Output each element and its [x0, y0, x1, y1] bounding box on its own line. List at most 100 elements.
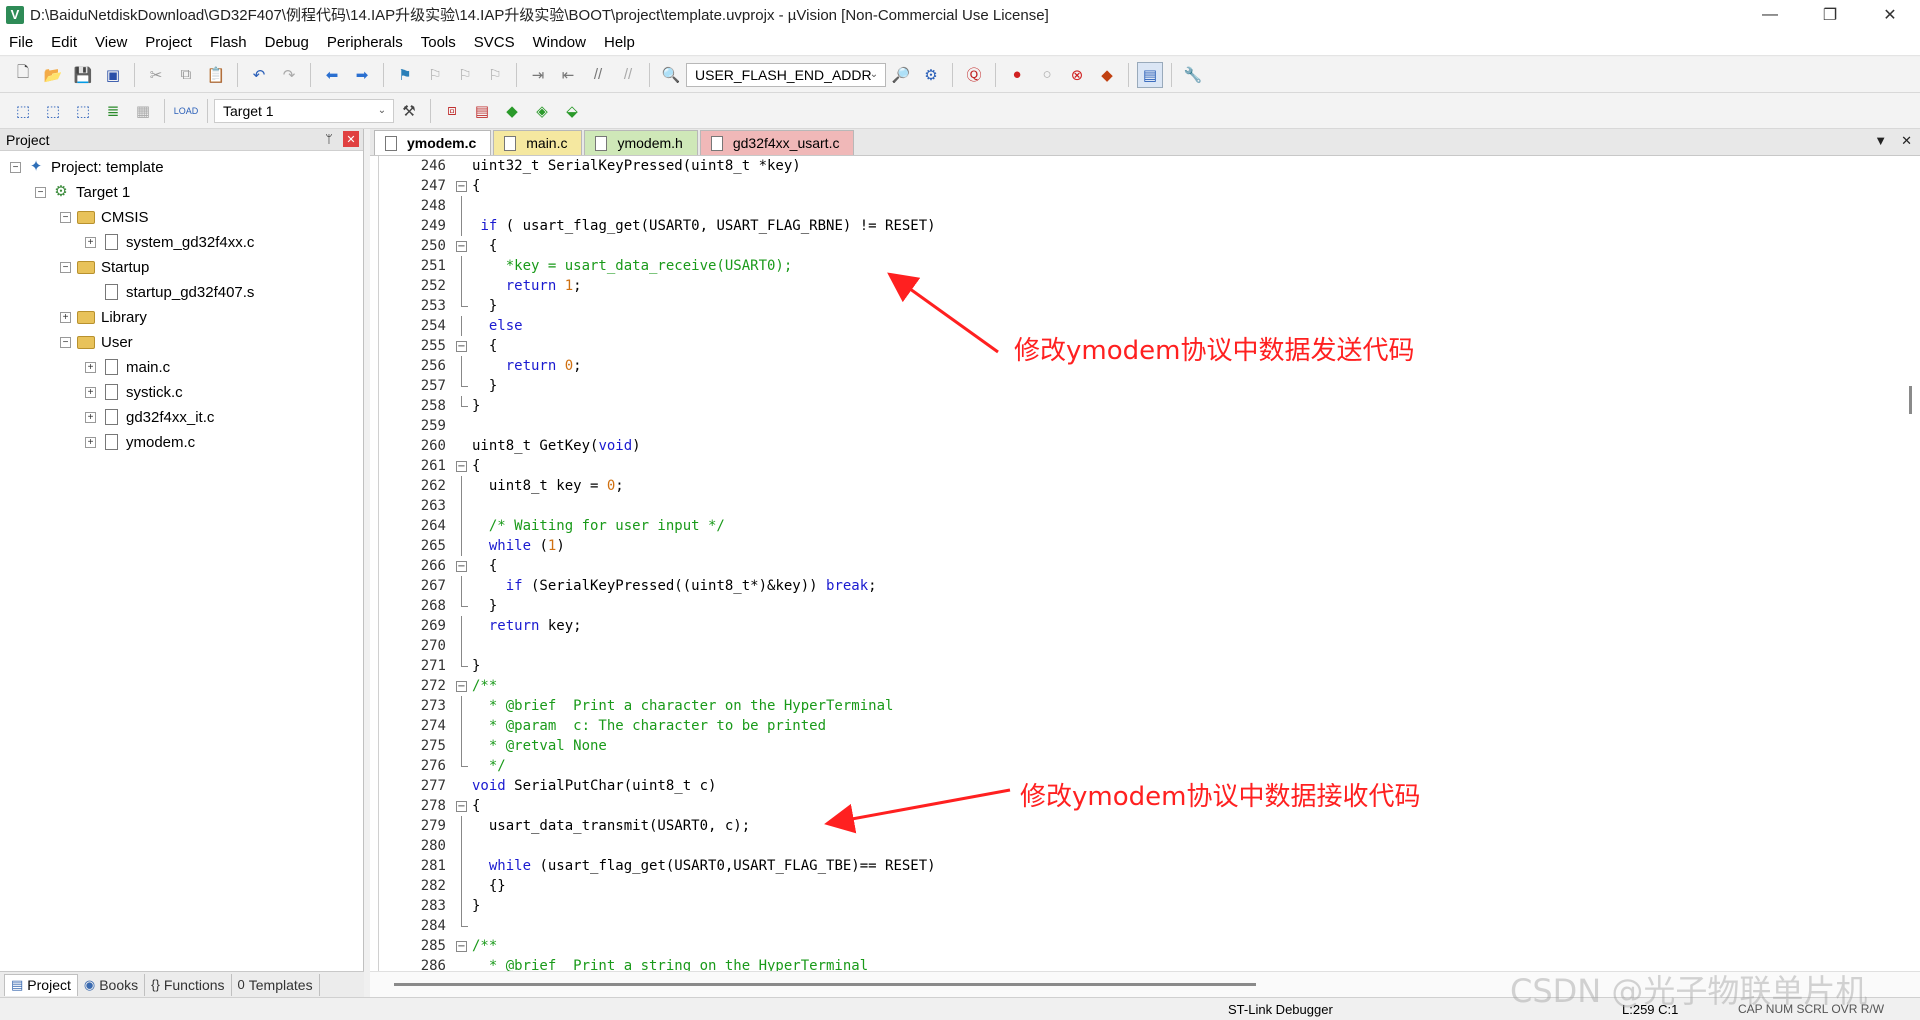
- code-line[interactable]: 279 usart_data_transmit(USART0, c);: [370, 816, 1910, 836]
- tree-item-system-gd32f4xx[interactable]: + system_gd32f4xx.c: [85, 230, 254, 254]
- pin-icon[interactable]: ᛘ: [321, 131, 337, 147]
- breakpoint-icon[interactable]: ●: [1004, 62, 1030, 88]
- code-line[interactable]: 268 }: [370, 596, 1910, 616]
- code-line[interactable]: 252 return 1;: [370, 276, 1910, 296]
- rebuild-icon[interactable]: ⬚: [70, 98, 96, 124]
- expand-icon[interactable]: +: [85, 361, 96, 373]
- translate-icon[interactable]: ⬚: [10, 98, 36, 124]
- navigate-forward-icon[interactable]: ➡: [349, 62, 375, 88]
- manage-components-icon[interactable]: ⧈: [439, 98, 465, 124]
- expand-icon[interactable]: +: [85, 386, 96, 398]
- stop-build-icon[interactable]: ▦: [130, 98, 156, 124]
- chevron-down-icon[interactable]: ⌄: [865, 66, 883, 84]
- fold-toggle-icon[interactable]: −: [454, 796, 470, 816]
- menu-flash[interactable]: Flash: [201, 29, 256, 56]
- menu-project[interactable]: Project: [136, 29, 201, 56]
- save-all-icon[interactable]: ▣: [100, 62, 126, 88]
- fold-toggle-icon[interactable]: −: [454, 676, 470, 696]
- code-line[interactable]: 247−{: [370, 176, 1910, 196]
- copy-icon[interactable]: ⧉: [173, 62, 199, 88]
- vertical-scrollbar-thumb[interactable]: [1909, 386, 1912, 414]
- indent-icon[interactable]: ⇥: [525, 62, 551, 88]
- fold-toggle-icon[interactable]: −: [454, 176, 470, 196]
- fold-toggle-icon[interactable]: −: [454, 236, 470, 256]
- code-line[interactable]: 284: [370, 916, 1910, 936]
- code-line[interactable]: 251 *key = usart_data_receive(USART0);: [370, 256, 1910, 276]
- fold-toggle-icon[interactable]: −: [454, 556, 470, 576]
- next-bookmark-icon[interactable]: ⚐: [452, 62, 478, 88]
- expand-icon[interactable]: +: [60, 311, 71, 323]
- code-line[interactable]: 249 if ( usart_flag_get(USART0, USART_FL…: [370, 216, 1910, 236]
- close-editor-icon[interactable]: ✕: [1901, 133, 1912, 149]
- disable-breakpoint-icon[interactable]: ○: [1034, 62, 1060, 88]
- manage-rte-icon[interactable]: ◆: [499, 98, 525, 124]
- target-combo[interactable]: Target 1 ⌄: [214, 98, 394, 123]
- tab-books[interactable]: ◉ Books: [78, 973, 146, 996]
- code-line[interactable]: 273 * @brief Print a character on the Hy…: [370, 696, 1910, 716]
- tab-main-c[interactable]: main.c: [493, 130, 583, 155]
- build-icon[interactable]: ⬚: [40, 98, 66, 124]
- code-line[interactable]: 263: [370, 496, 1910, 516]
- tree-item-project[interactable]: − ✦ Project: template: [10, 155, 164, 179]
- clear-bookmarks-icon[interactable]: ⚐: [482, 62, 508, 88]
- incremental-find-icon[interactable]: ⚙: [918, 62, 944, 88]
- menu-tools[interactable]: Tools: [412, 29, 465, 56]
- code-line[interactable]: 281 while (usart_flag_get(USART0,USART_F…: [370, 856, 1910, 876]
- code-line[interactable]: 266− {: [370, 556, 1910, 576]
- chevron-down-icon[interactable]: ⌄: [373, 102, 391, 120]
- unindent-icon[interactable]: ⇤: [555, 62, 581, 88]
- uncomment-icon[interactable]: //: [615, 62, 641, 88]
- minimize-button[interactable]: —: [1740, 0, 1800, 29]
- batch-build-icon[interactable]: ≣: [100, 98, 126, 124]
- code-line[interactable]: 275 * @retval None: [370, 736, 1910, 756]
- open-file-icon[interactable]: 📂: [40, 62, 66, 88]
- window-layout-icon[interactable]: ▤: [1137, 61, 1163, 88]
- menu-view[interactable]: View: [86, 29, 136, 56]
- tree-item-cmsis[interactable]: − CMSIS: [60, 205, 149, 229]
- disable-all-breakpoints-icon[interactable]: ⊗: [1064, 62, 1090, 88]
- comment-icon[interactable]: //: [585, 62, 611, 88]
- collapse-icon[interactable]: −: [60, 336, 71, 348]
- menu-debug[interactable]: Debug: [256, 29, 318, 56]
- tree-item-gd32f4xx-it-c[interactable]: + gd32f4xx_it.c: [85, 405, 214, 429]
- code-line[interactable]: 274 * @param c: The character to be prin…: [370, 716, 1910, 736]
- fold-toggle-icon[interactable]: −: [454, 336, 470, 356]
- menu-window[interactable]: Window: [524, 29, 595, 56]
- find-icon[interactable]: 🔎: [888, 62, 914, 88]
- code-line[interactable]: 248: [370, 196, 1910, 216]
- undo-icon[interactable]: ↶: [246, 62, 272, 88]
- code-line[interactable]: 269 return key;: [370, 616, 1910, 636]
- menu-edit[interactable]: Edit: [42, 29, 86, 56]
- code-line[interactable]: 258}: [370, 396, 1910, 416]
- tab-list-chevron-icon[interactable]: ▼: [1874, 133, 1887, 149]
- find-combo[interactable]: USER_FLASH_END_ADDR ⌄: [686, 62, 886, 87]
- file-extensions-icon[interactable]: ▤: [469, 98, 495, 124]
- bookmark-icon[interactable]: ⚑: [392, 62, 418, 88]
- debug-session-icon[interactable]: Ⓠ: [961, 62, 987, 88]
- tree-item-ymodem-c[interactable]: + ymodem.c: [85, 430, 195, 454]
- redo-icon[interactable]: ↷: [276, 62, 302, 88]
- code-line[interactable]: 280: [370, 836, 1910, 856]
- collapse-icon[interactable]: −: [10, 161, 21, 173]
- code-line[interactable]: 260 uint8_t GetKey(void): [370, 436, 1910, 456]
- code-area[interactable]: 246 uint32_t SerialKeyPressed(uint8_t *ke…: [370, 156, 1920, 971]
- pack-installer-icon[interactable]: ◈: [529, 98, 555, 124]
- tab-ymodem-h[interactable]: ymodem.h: [584, 130, 698, 155]
- horizontal-scrollbar-thumb[interactable]: [394, 983, 1256, 986]
- code-line[interactable]: 261−{: [370, 456, 1910, 476]
- collapse-icon[interactable]: −: [35, 186, 46, 198]
- expand-icon[interactable]: +: [85, 236, 96, 248]
- fold-toggle-icon[interactable]: −: [454, 936, 470, 956]
- tree-item-startup-gd32f407[interactable]: startup_gd32f407.s: [102, 280, 254, 304]
- code-line[interactable]: 271}: [370, 656, 1910, 676]
- paste-icon[interactable]: 📋: [203, 62, 229, 88]
- code-line[interactable]: 270: [370, 636, 1910, 656]
- target-options-icon[interactable]: ⚒: [396, 98, 422, 124]
- expand-icon[interactable]: +: [85, 411, 96, 423]
- code-line[interactable]: 265 while (1): [370, 536, 1910, 556]
- download-icon[interactable]: LOAD: [173, 98, 199, 124]
- cut-icon[interactable]: ✂: [143, 62, 169, 88]
- tree-item-user[interactable]: − User: [60, 330, 133, 354]
- fold-toggle-icon[interactable]: −: [454, 456, 470, 476]
- menu-peripherals[interactable]: Peripherals: [318, 29, 412, 56]
